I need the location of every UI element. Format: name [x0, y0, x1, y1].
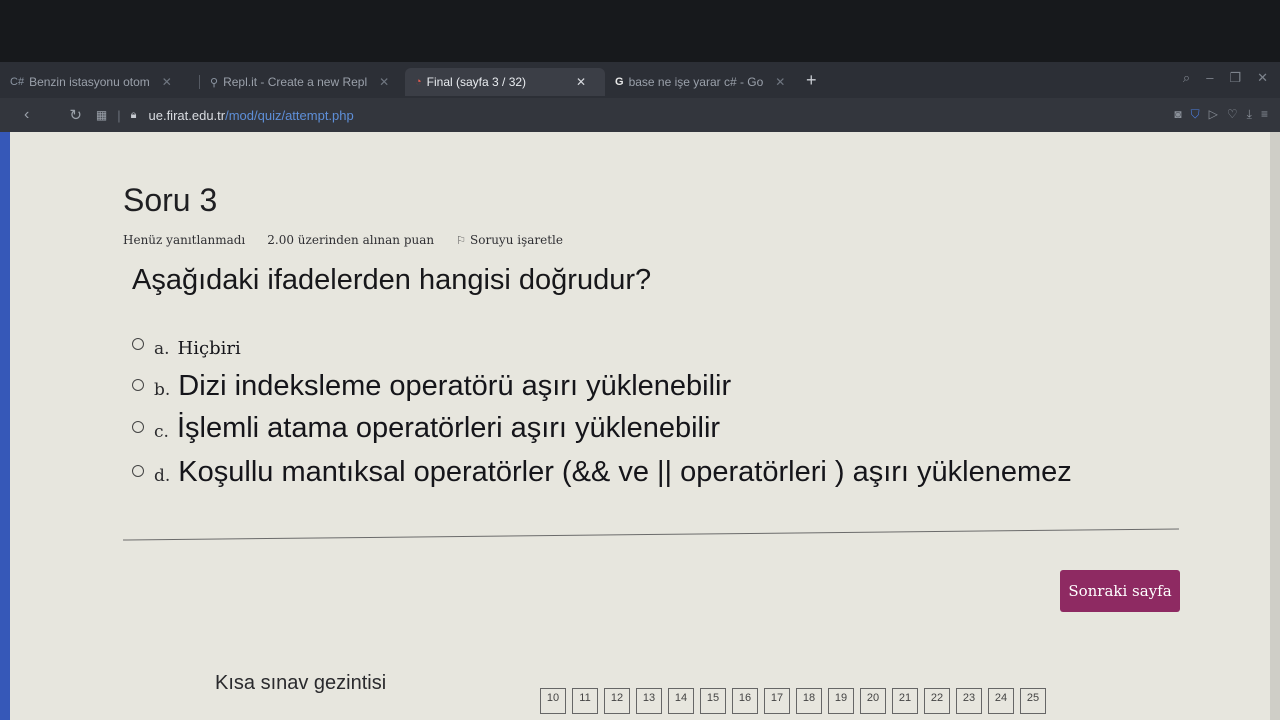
tab-benzin[interactable]: C# Benzin istasyonu otom ✕ [0, 68, 200, 96]
download-icon[interactable]: ⤓ [1247, 107, 1252, 122]
answer-letter: c. [154, 422, 169, 442]
tab-label: Final (sayfa 3 / 32) [426, 75, 527, 89]
moodle-icon: ◔ [415, 76, 422, 88]
tab-label: Benzin istasyonu otom [29, 75, 150, 89]
close-icon[interactable]: ✕ [775, 75, 785, 89]
quiz-nav-item[interactable]: 13 [636, 688, 662, 714]
camera-icon[interactable]: ◙ [1174, 107, 1181, 122]
speed-dial-icon[interactable]: ▦ [96, 108, 107, 122]
tab-final[interactable]: ◔ Final (sayfa 3 / 32) ✕ [405, 68, 605, 96]
quiz-nav-item[interactable]: 15 [700, 688, 726, 714]
quiz-nav-item[interactable]: 21 [892, 688, 918, 714]
quiz-nav-item[interactable]: 10 [540, 688, 566, 714]
play-icon[interactable]: ▷ [1209, 107, 1218, 122]
answer-text: İşlemli atama operatörleri aşırı yüklene… [176, 412, 721, 444]
quiz-nav-item[interactable]: 19 [828, 688, 854, 714]
quiz-navigation-title: Kısa sınav gezintisi [215, 672, 387, 694]
quiz-navigation: 10 11 12 13 14 15 16 17 18 19 20 21 22 2… [540, 688, 1046, 714]
radio-button[interactable] [132, 379, 144, 391]
window-controls: ⌕ – ❐ ✕ [1183, 70, 1268, 86]
url-path: /mod/quiz/attempt.php [225, 107, 354, 123]
answer-text: Hiçbiri [177, 338, 241, 359]
radio-button[interactable] [132, 465, 144, 477]
quiz-nav-item[interactable]: 24 [988, 688, 1014, 714]
quiz-nav-item[interactable]: 25 [1020, 688, 1046, 714]
answer-option-d[interactable]: d. Koşullu mantıksal operatörler (&& ve … [132, 456, 1072, 489]
quiz-nav-item[interactable]: 11 [572, 688, 598, 714]
quiz-nav-item[interactable]: 22 [924, 688, 950, 714]
lock-icon[interactable]: 🔒︎ [131, 109, 137, 122]
answer-option-c[interactable]: c. İşlemli atama operatörleri aşırı yükl… [132, 412, 720, 445]
csharp-icon: C# [10, 76, 25, 88]
radio-button[interactable] [132, 338, 144, 350]
answer-letter: d. [154, 466, 171, 486]
flag-icon: ⚐ [456, 234, 467, 247]
browser-tab-strip: C# Benzin istasyonu otom ✕ ⚲ Repl.it - C… [0, 62, 1280, 98]
answer-letter: a. [154, 339, 170, 359]
tab-label: Repl.it - Create a new Repl [223, 75, 368, 89]
question-text: Aşağıdaki ifadelerden hangisi doğrudur? [132, 264, 652, 296]
tab-replit[interactable]: ⚲ Repl.it - Create a new Repl ✕ [200, 68, 405, 96]
answer-text: Dizi indeksleme operatörü aşırı yükleneb… [178, 370, 732, 402]
answer-text: Koşullu mantıksal operatörler (&& ve || … [178, 456, 1072, 488]
new-tab-button[interactable]: + [806, 70, 817, 91]
radio-button[interactable] [132, 421, 144, 433]
quiz-nav-item[interactable]: 17 [764, 688, 790, 714]
section-divider [123, 528, 1179, 541]
tab-google-search[interactable]: G base ne işe yarar c# - Go ✕ [605, 68, 800, 96]
question-info: Henüz yanıtlanmadı 2.00 üzerinden alınan… [123, 233, 563, 247]
next-page-button[interactable]: Sonraki sayfa [1060, 570, 1180, 612]
monitor-bezel [0, 0, 1280, 62]
quiz-nav-item[interactable]: 16 [732, 688, 758, 714]
quiz-nav-item[interactable]: 12 [604, 688, 630, 714]
heart-icon[interactable]: ♡ [1227, 107, 1238, 122]
reload-icon[interactable]: ↻ [69, 106, 82, 124]
quiz-nav-item[interactable]: 18 [796, 688, 822, 714]
close-icon[interactable]: ✕ [379, 75, 389, 89]
minimize-icon[interactable]: – [1206, 70, 1213, 86]
back-icon[interactable]: ‹ [24, 106, 29, 124]
tab-label: base ne işe yarar c# - Go [628, 75, 764, 89]
scrollbar[interactable] [1270, 132, 1280, 720]
question-number: Soru 3 [123, 182, 218, 218]
flag-question-link[interactable]: ⚐ Soruyu işaretle [456, 233, 563, 247]
shield-icon[interactable]: ⛉ [1191, 107, 1200, 122]
quiz-nav-item[interactable]: 23 [956, 688, 982, 714]
close-icon[interactable]: ✕ [162, 75, 172, 89]
answer-option-b[interactable]: b. Dizi indeksleme operatörü aşırı yükle… [132, 370, 731, 403]
menu-icon[interactable]: ≡ [1261, 107, 1268, 122]
close-window-icon[interactable]: ✕ [1257, 70, 1268, 86]
search-icon[interactable]: ⌕ [1183, 70, 1190, 86]
quiz-page: Soru 3 Henüz yanıtlanmadı 2.00 üzerinden… [10, 132, 1270, 720]
address-input[interactable]: ue.firat.edu.tr/mod/quiz/attempt.php [149, 108, 354, 123]
quiz-nav-item[interactable]: 14 [668, 688, 694, 714]
answer-option-a[interactable]: a. Hiçbiri [132, 338, 241, 359]
quiz-nav-item[interactable]: 20 [860, 688, 886, 714]
question-points: 2.00 üzerinden alınan puan [267, 233, 435, 247]
address-bar-row: ‹ ↻ ▦ | 🔒︎ ue.firat.edu.tr/mod/quiz/atte… [0, 98, 1280, 132]
answer-letter: b. [154, 380, 171, 400]
google-icon: G [615, 76, 624, 88]
close-icon[interactable]: ✕ [576, 75, 586, 89]
answer-status: Henüz yanıtlanmadı [123, 233, 246, 247]
restore-icon[interactable]: ❐ [1229, 70, 1241, 86]
divider: | [117, 107, 121, 123]
replit-icon: ⚲ [210, 76, 219, 89]
toolbar-icons: ◙ ⛉ ▷ ♡ ⤓ ≡ [1174, 107, 1268, 122]
page-left-edge [0, 132, 10, 720]
url-host: ue.firat.edu.tr [148, 107, 226, 123]
flag-label: Soruyu işaretle [470, 233, 563, 247]
